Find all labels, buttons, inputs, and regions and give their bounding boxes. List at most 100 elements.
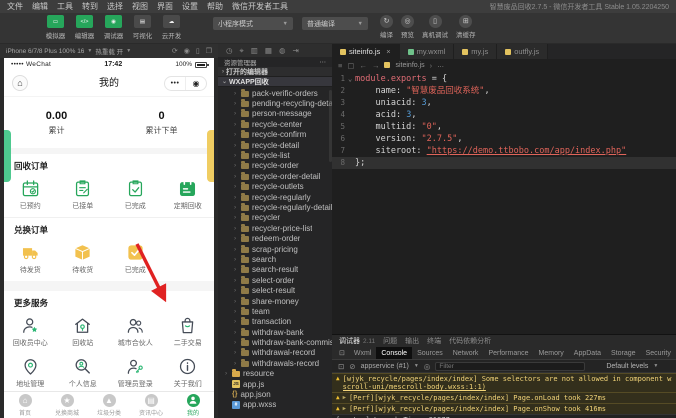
editor-tab-my.wxml[interactable]: my.wxml — [400, 44, 455, 59]
service-item-clipboard-edit[interactable]: 已接单 — [57, 175, 110, 216]
tree-item[interactable]: #app.wxss — [218, 400, 332, 410]
eye-icon[interactable]: ◎ — [424, 362, 431, 371]
close-icon[interactable]: × — [386, 47, 390, 56]
more-button[interactable]: ••• — [165, 77, 186, 90]
devtools-tab-network[interactable]: Network — [448, 347, 484, 360]
tree-item[interactable]: ›recycle-detail — [218, 140, 332, 150]
menu-item-8[interactable]: 帮助 — [207, 1, 223, 12]
history-icon[interactable]: ◷ — [226, 46, 233, 55]
compile-button[interactable]: ↻编译 — [380, 15, 393, 39]
tree-item[interactable]: ›transaction — [218, 317, 332, 327]
breadcrumb[interactable]: siteinfo.js — [395, 62, 424, 69]
menu-item-4[interactable]: 选择 — [107, 1, 123, 12]
grid-icon[interactable]: ▦ — [265, 46, 272, 55]
menu-item-3[interactable]: 转到 — [82, 1, 98, 12]
tree-item[interactable]: ›search-result — [218, 265, 332, 275]
devtools-tab-security[interactable]: Security — [641, 347, 676, 360]
tree-item[interactable]: ›recycle-order-detail — [218, 171, 332, 181]
refresh-icon[interactable]: ⟳ — [172, 48, 178, 55]
tab-news[interactable]: ▤资讯中心 — [130, 392, 172, 418]
panel-tab-代码依赖分析[interactable]: 代码依赖分析 — [449, 336, 491, 346]
menu-icon[interactable]: ≡ — [338, 61, 342, 70]
menu-item-6[interactable]: 界面 — [157, 1, 173, 12]
filter-input[interactable]: Filter — [435, 362, 585, 371]
home-button[interactable]: ⌂ — [12, 75, 28, 91]
code-editor[interactable]: 1⌄module.exports = {2 name: "智慧废品回收系统",3… — [332, 71, 676, 334]
devtools-tab-storage[interactable]: Storage — [606, 347, 641, 360]
levels-select[interactable]: Default levels — [606, 363, 648, 370]
tab-user[interactable]: 我的 — [172, 392, 214, 418]
tree-item[interactable]: ›person-message — [218, 109, 332, 119]
service-item-secondhand[interactable]: 二手交易 — [162, 312, 215, 353]
devtools-tab-wxml[interactable]: Wxml — [349, 347, 377, 360]
devtools-tab-console[interactable]: Console — [376, 347, 412, 360]
tree-item[interactable]: ›pending-recycling-details — [218, 98, 332, 108]
expand-arrow-icon[interactable]: ▶ — [343, 394, 346, 402]
service-item-admin[interactable]: 管理员登录 — [109, 353, 162, 394]
console-drawer-icon[interactable]: ⊡ — [338, 362, 344, 371]
simulator-button[interactable]: ▭模拟器 — [42, 15, 69, 40]
tree-item[interactable]: ›recycle-list — [218, 150, 332, 160]
service-item-about[interactable]: 关于我们 — [162, 353, 215, 394]
service-item-recycler-center[interactable]: 回收员中心 — [4, 312, 57, 353]
search-icon[interactable]: ⌖ — [240, 46, 244, 56]
left-float-tab[interactable] — [4, 130, 11, 182]
tree-item[interactable]: JSapp.js — [218, 379, 332, 389]
device-select[interactable]: iPhone 6/7/8 Plus 100% 16 — [6, 48, 84, 55]
tab-star[interactable]: ★兑换商城 — [46, 392, 88, 418]
split-icon[interactable]: ▥ — [251, 46, 258, 55]
editor-tab-outfly.js[interactable]: outfly.js — [497, 44, 548, 59]
tree-item[interactable]: ›recycle-order — [218, 161, 332, 171]
tree-item[interactable]: ›withdrawal-record — [218, 348, 332, 358]
log-source-link[interactable]: scroll-uni/mescroll-body.wxss:1:1) — [343, 383, 672, 391]
visual-button[interactable]: ▤可视化 — [129, 15, 156, 40]
mode-select[interactable]: 小程序模式▼ — [213, 17, 293, 30]
project-root[interactable]: ⌄ WXAPP回收 — [218, 77, 332, 87]
tree-item[interactable]: ›withdraw-bank — [218, 327, 332, 337]
service-item-box[interactable]: 待收货 — [57, 239, 110, 280]
context-select[interactable]: appservice (#1) — [361, 363, 409, 370]
record-icon[interactable]: ◍ — [279, 46, 286, 55]
clear-console-icon[interactable]: ⊘ — [349, 362, 355, 371]
hot-reload-toggle[interactable]: 热重载 开 — [95, 46, 123, 56]
back-icon[interactable]: ← — [359, 61, 367, 70]
tree-item[interactable]: {}app.json — [218, 389, 332, 399]
window-icon[interactable]: ❐ — [206, 48, 212, 55]
editor-tab-siteinfo.js[interactable]: siteinfo.js× — [332, 44, 400, 59]
panel-tab-终端[interactable]: 终端 — [427, 336, 441, 346]
open-editors-section[interactable]: › 打开的编辑器 — [218, 67, 332, 77]
inspect-device-icon[interactable]: ⊡ — [335, 349, 349, 357]
right-float-tab[interactable] — [207, 130, 214, 182]
menu-item-7[interactable]: 设置 — [182, 1, 198, 12]
compile-select[interactable]: 普通编译▼ — [302, 17, 368, 30]
breadcrumb-more[interactable]: … — [437, 62, 444, 69]
panel-tab-问题[interactable]: 问题 — [383, 336, 397, 346]
stat-total[interactable]: 0.00 累计 — [4, 97, 109, 148]
preview-icon[interactable]: ▢ — [347, 61, 354, 70]
tree-item[interactable]: ›resource — [218, 369, 332, 379]
expand-arrow-icon[interactable]: ▶ — [343, 405, 346, 413]
service-item-partners[interactable]: 城市合伙人 — [109, 312, 162, 353]
panel-tab-输出[interactable]: 输出 — [405, 336, 419, 346]
device-icon[interactable]: ▯ — [196, 48, 200, 55]
tab-home[interactable]: ⌂首页 — [4, 392, 46, 418]
service-item-profile[interactable]: 个人信息 — [57, 353, 110, 394]
menu-item-0[interactable]: 文件 — [7, 1, 23, 12]
tab-debugger[interactable]: 调试器 — [339, 336, 360, 346]
tree-item[interactable]: ›recycle-regularly-detail — [218, 202, 332, 212]
menu-item-1[interactable]: 编辑 — [32, 1, 48, 12]
service-item-check-square[interactable]: 已完成 — [109, 239, 162, 280]
devtools-tab-sources[interactable]: Sources — [412, 347, 448, 360]
cloud-button[interactable]: ☁云开发 — [158, 15, 185, 40]
tree-item[interactable]: ›recycler-price-list — [218, 223, 332, 233]
tree-item[interactable]: ›team — [218, 306, 332, 316]
tree-item[interactable]: ›recycle-center — [218, 119, 332, 129]
tree-item[interactable]: ›search — [218, 254, 332, 264]
debugger-button[interactable]: ◉调试器 — [100, 15, 127, 40]
tree-item[interactable]: ›scrap-pricing — [218, 244, 332, 254]
close-target-button[interactable]: ◉ — [186, 77, 206, 90]
tree-item[interactable]: ›pack-verific-orders — [218, 88, 332, 98]
collapse-icon[interactable]: ⇥ — [293, 46, 299, 55]
menu-item-2[interactable]: 工具 — [57, 1, 73, 12]
menu-item-5[interactable]: 视图 — [132, 1, 148, 12]
